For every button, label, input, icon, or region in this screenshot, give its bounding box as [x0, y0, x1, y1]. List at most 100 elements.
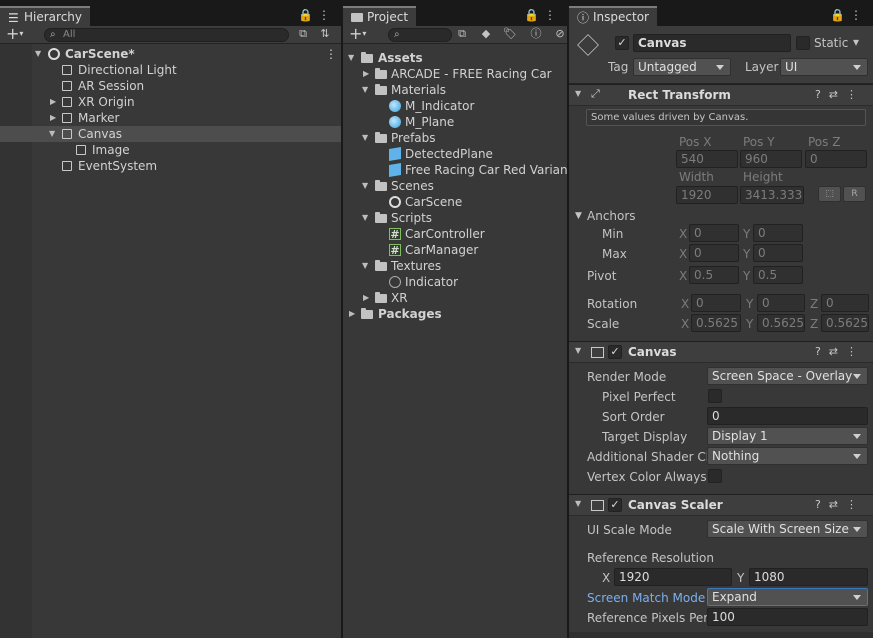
- expand-arrow-icon[interactable]: ▼: [362, 130, 368, 146]
- expand-arrow-icon[interactable]: ▼: [362, 82, 368, 98]
- reference-y-field[interactable]: 1080: [749, 568, 868, 586]
- search-by-type-icon[interactable]: ⧉: [455, 27, 469, 41]
- pivot-x[interactable]: 0.5: [689, 266, 739, 284]
- project-item-arcade[interactable]: ▶ ARCADE - FREE Racing Car: [343, 66, 567, 82]
- collapsed-arrow-icon[interactable]: ▶: [50, 94, 56, 110]
- blueprint-mode-button[interactable]: ⬚: [818, 186, 841, 202]
- project-item-racing-car-variant[interactable]: Free Racing Car Red Variant: [343, 162, 567, 178]
- component-tools[interactable]: ?⇄⋮: [815, 345, 865, 358]
- project-item-scripts[interactable]: ▼ Scripts: [343, 210, 567, 226]
- hierarchy-item-xr-origin[interactable]: ▶ XR Origin: [0, 94, 341, 110]
- expand-arrow-icon[interactable]: ▼: [575, 346, 581, 355]
- hierarchy-tab[interactable]: ☰ Hierarchy: [0, 6, 91, 26]
- ui-scale-mode-dropdown[interactable]: Scale With Screen Size: [707, 520, 868, 538]
- search-by-type-icon[interactable]: ⧉: [296, 27, 310, 41]
- hierarchy-tab-tools[interactable]: 🔒⋮: [298, 8, 335, 22]
- project-item-detectedplane[interactable]: DetectedPlane: [343, 146, 567, 162]
- hierarchy-item-canvas[interactable]: ▼ Canvas: [0, 126, 341, 142]
- project-item-textures[interactable]: ▼ Textures: [343, 258, 567, 274]
- canvas-scaler-header[interactable]: ▼ ✓ Canvas Scaler ?⇄⋮: [569, 494, 873, 516]
- sort-icon[interactable]: ⇅: [318, 27, 332, 41]
- anchor-min-x[interactable]: 0: [689, 224, 739, 242]
- component-tools[interactable]: ?⇄⋮: [815, 88, 865, 101]
- collapsed-arrow-icon[interactable]: ▶: [50, 110, 56, 126]
- visibility-icon[interactable]: ⊘: [553, 27, 567, 41]
- project-item-m-plane[interactable]: M_Plane: [343, 114, 567, 130]
- inspector-tab[interactable]: ⓘ Inspector: [569, 6, 657, 26]
- component-tools[interactable]: ?⇄⋮: [815, 498, 865, 511]
- active-checkbox[interactable]: ✓: [615, 36, 629, 50]
- rotation-x[interactable]: 0: [691, 294, 741, 312]
- vertex-color-checkbox[interactable]: [708, 469, 722, 483]
- pivot-y[interactable]: 0.5: [753, 266, 803, 284]
- anchor-max-y[interactable]: 0: [753, 244, 803, 262]
- hierarchy-item-image[interactable]: Image: [0, 142, 341, 158]
- expand-arrow-icon[interactable]: ▼: [35, 46, 41, 62]
- kebab-menu-icon[interactable]: ⋮: [318, 8, 335, 22]
- scale-y[interactable]: 0.5625: [757, 314, 805, 332]
- additional-shader-dropdown[interactable]: Nothing: [707, 447, 868, 465]
- project-item-carcontroller[interactable]: # CarController: [343, 226, 567, 242]
- lock-icon[interactable]: 🔒: [298, 8, 318, 22]
- hierarchy-item-ar-session[interactable]: AR Session: [0, 78, 341, 94]
- project-item-carmanager[interactable]: # CarManager: [343, 242, 567, 258]
- anchor-min-y[interactable]: 0: [753, 224, 803, 242]
- target-display-dropdown[interactable]: Display 1: [707, 427, 868, 445]
- project-item-prefabs[interactable]: ▼ Prefabs: [343, 130, 567, 146]
- project-item-carscene[interactable]: CarScene: [343, 194, 567, 210]
- project-item-indicator[interactable]: Indicator: [343, 274, 567, 290]
- create-dropdown-button[interactable]: +▾: [6, 24, 23, 43]
- expand-arrow-icon[interactable]: ▼: [575, 499, 581, 508]
- project-item-assets[interactable]: ▼ Assets: [343, 50, 567, 66]
- rotation-z[interactable]: 0: [821, 294, 869, 312]
- static-checkbox[interactable]: [796, 36, 810, 50]
- project-item-m-indicator[interactable]: M_Indicator: [343, 98, 567, 114]
- project-tab[interactable]: Project: [343, 6, 417, 26]
- project-item-scenes[interactable]: ▼ Scenes: [343, 178, 567, 194]
- project-item-materials[interactable]: ▼ Materials: [343, 82, 567, 98]
- scale-z[interactable]: 0.5625: [821, 314, 869, 332]
- tag-dropdown[interactable]: Untagged: [633, 58, 731, 76]
- layer-dropdown[interactable]: UI: [780, 58, 868, 76]
- kebab-menu-icon[interactable]: ⋮: [544, 8, 561, 22]
- anchor-max-x[interactable]: 0: [689, 244, 739, 262]
- gameobject-cube-icon[interactable]: [577, 34, 599, 56]
- collapsed-arrow-icon[interactable]: ▶: [349, 306, 355, 322]
- rect-transform-header[interactable]: ▼ ⤢ Rect Transform ?⇄⋮: [569, 84, 873, 106]
- expand-arrow-icon[interactable]: ▼: [362, 210, 368, 226]
- expand-arrow-icon[interactable]: ▼: [362, 258, 368, 274]
- hierarchy-item-directional-light[interactable]: Directional Light: [0, 62, 341, 78]
- hierarchy-item-carscene[interactable]: ▼ CarScene* ⋮: [0, 46, 341, 62]
- pixel-perfect-checkbox[interactable]: [708, 389, 722, 403]
- hierarchy-item-eventsystem[interactable]: EventSystem: [0, 158, 341, 174]
- canvas-enabled-checkbox[interactable]: ✓: [608, 345, 622, 359]
- project-item-xr[interactable]: ▶ XR: [343, 290, 567, 306]
- rotation-y[interactable]: 0: [757, 294, 805, 312]
- expand-arrow-icon[interactable]: ▼: [575, 208, 582, 224]
- static-dropdown-arrow-icon[interactable]: ▾: [853, 34, 859, 50]
- filter-type-icon[interactable]: ◆: [479, 27, 493, 41]
- expand-arrow-icon[interactable]: ▼: [348, 50, 354, 66]
- lock-icon[interactable]: 🔒: [830, 8, 850, 22]
- canvas-scaler-enabled-checkbox[interactable]: ✓: [608, 498, 622, 512]
- sort-order-field[interactable]: 0: [707, 407, 868, 425]
- object-name-field[interactable]: Canvas: [633, 34, 791, 52]
- inspector-tab-tools[interactable]: 🔒⋮: [830, 8, 867, 22]
- reference-x-field[interactable]: 1920: [614, 568, 732, 586]
- project-tab-tools[interactable]: 🔒⋮: [524, 8, 561, 22]
- hierarchy-search-input[interactable]: ⌕ All: [44, 28, 289, 42]
- collapsed-arrow-icon[interactable]: ▶: [363, 290, 369, 306]
- scale-x[interactable]: 0.5625: [691, 314, 741, 332]
- create-dropdown-button[interactable]: +▾: [349, 24, 366, 43]
- expand-arrow-icon[interactable]: ▼: [362, 178, 368, 194]
- label-tag-icon[interactable]: 🏷: [503, 27, 517, 41]
- project-item-packages[interactable]: ▶ Packages: [343, 306, 567, 322]
- kebab-menu-icon[interactable]: ⋮: [850, 8, 867, 22]
- project-search-input[interactable]: ⌕: [388, 28, 452, 42]
- warning-icon[interactable]: ⓘ: [529, 27, 543, 41]
- reference-pixels-field[interactable]: 100: [707, 608, 868, 626]
- collapsed-arrow-icon[interactable]: ▶: [363, 66, 369, 82]
- expand-arrow-icon[interactable]: ▼: [49, 126, 55, 142]
- screen-match-mode-dropdown[interactable]: Expand: [707, 588, 868, 606]
- kebab-menu-icon[interactable]: ⋮: [325, 46, 337, 62]
